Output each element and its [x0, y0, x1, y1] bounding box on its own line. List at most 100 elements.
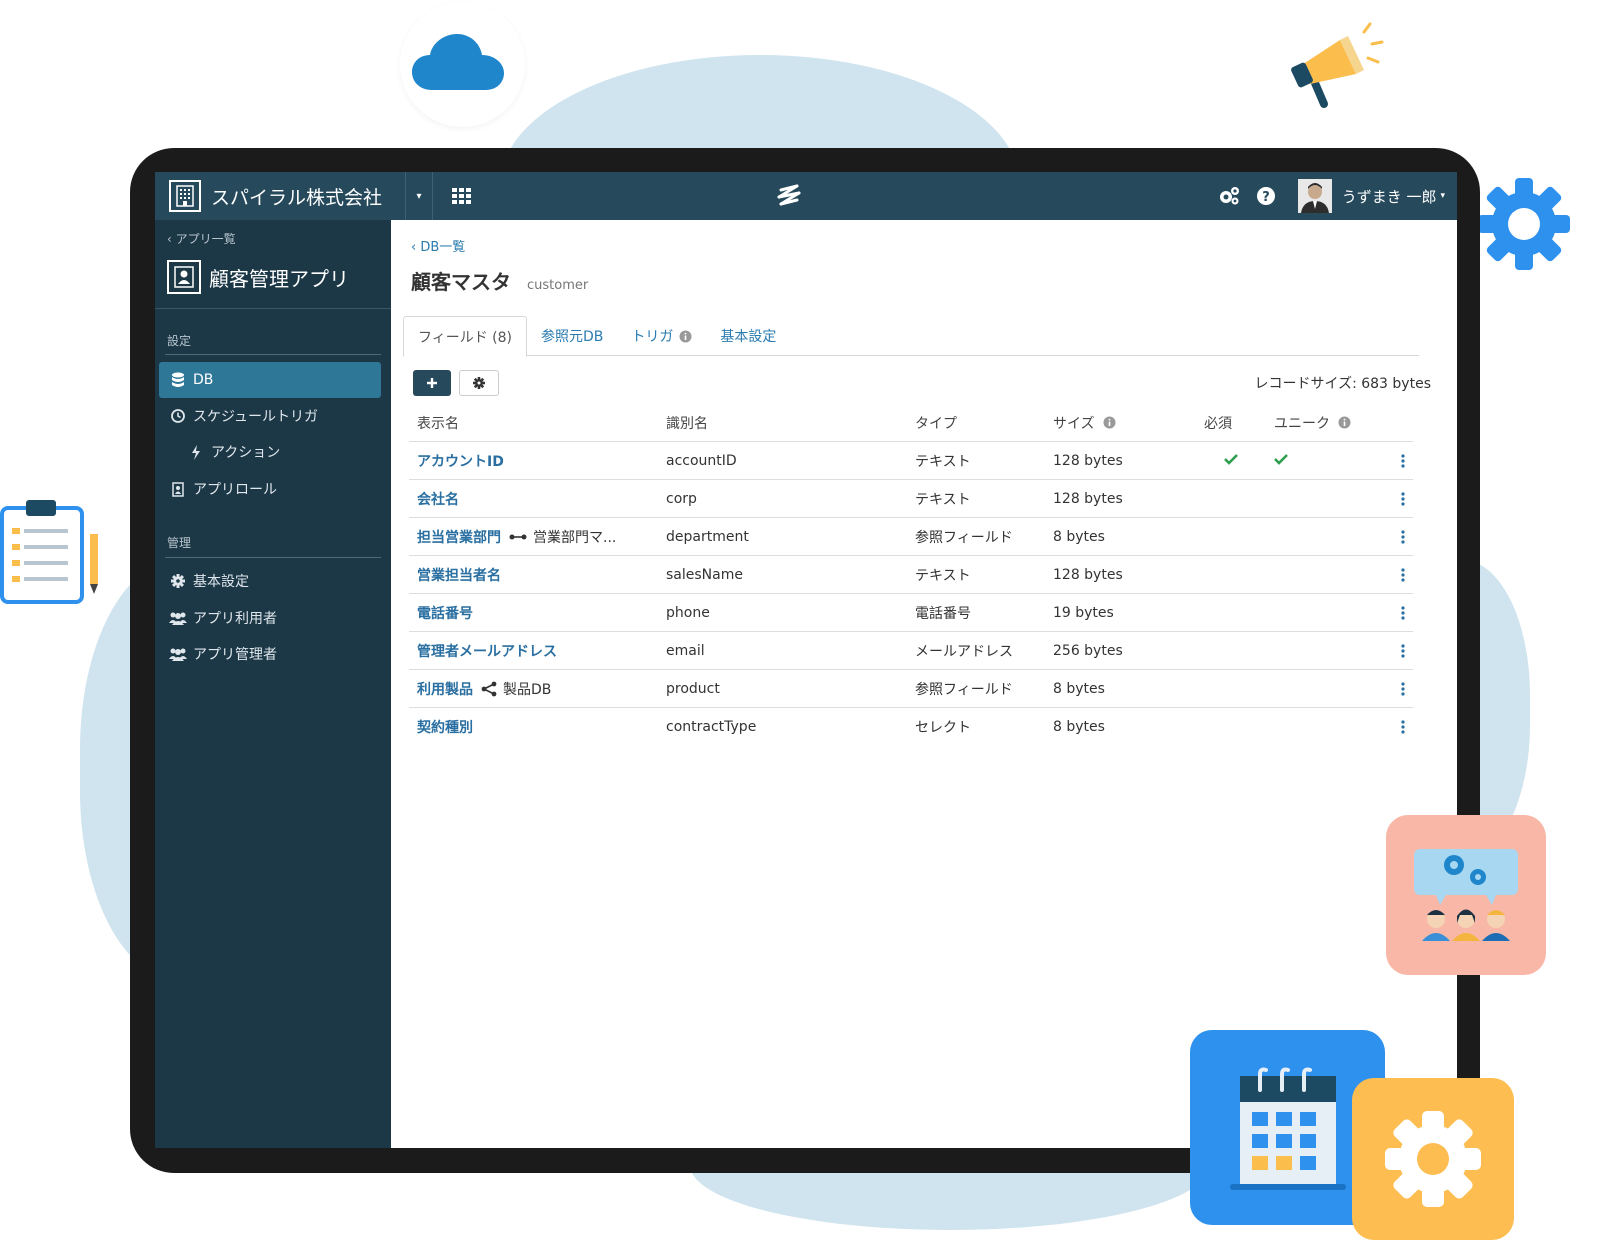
back-to-app-list-link[interactable]: ‹ アプリ一覧	[167, 230, 236, 247]
chevron-down-icon[interactable]: ▾	[1440, 191, 1445, 201]
cell-identifier: department	[666, 528, 749, 545]
database-icon	[169, 372, 187, 388]
grid-icon[interactable]	[433, 172, 491, 220]
cell-size: 8 bytes	[1053, 528, 1105, 545]
sidebar-item-label: アクション	[211, 445, 281, 461]
kebab-menu-icon[interactable]	[1401, 491, 1405, 506]
field-name-link[interactable]: 電話番号	[417, 603, 473, 623]
column-header-display-name: 表示名	[417, 415, 459, 432]
cell-size: 8 bytes	[1053, 719, 1105, 735]
field-name-link[interactable]: 契約種別	[417, 717, 473, 737]
cell-display-name: 契約種別	[409, 717, 658, 737]
kebab-menu-icon[interactable]	[1401, 529, 1405, 544]
cell-display-name: 会社名	[409, 489, 658, 509]
reference-target[interactable]: 営業部門マ...	[509, 527, 616, 547]
cell-type: テキスト	[915, 567, 971, 584]
organization-dropdown-caret[interactable]: ▾	[405, 172, 433, 220]
question-circle-icon[interactable]: ?	[1256, 186, 1276, 206]
cell-actions	[1356, 720, 1413, 734]
info-circle-icon[interactable]	[1103, 416, 1116, 429]
svg-text:?: ?	[1262, 190, 1270, 205]
tab-bar: フィールド (8) 参照元DB トリガ 基本設定	[403, 316, 1419, 357]
column-header-unique-label: ユニーク	[1274, 415, 1330, 432]
field-name-link[interactable]: 管理者メールアドレス	[417, 641, 557, 661]
sidebar-divider	[155, 308, 391, 309]
clock-icon	[169, 409, 187, 423]
field-name-link[interactable]: 会社名	[417, 489, 459, 509]
share-nodes-icon	[481, 681, 497, 697]
field-name-link[interactable]: 担当営業部門	[417, 527, 501, 547]
gear-icon	[1478, 178, 1570, 270]
table-body: アカウントID accountID テキスト 128 bytes 会社名 corp テキスト…	[409, 442, 1413, 746]
plus-icon	[426, 374, 438, 393]
reference-target-label: 営業部門マ...	[533, 529, 617, 546]
contact-card-icon	[167, 260, 201, 294]
table-row: 電話番号 phone 電話番号 19 bytes	[409, 594, 1413, 632]
megaphone-icon	[1291, 22, 1384, 108]
cell-unique	[1266, 453, 1356, 469]
cell-identifier: email	[666, 642, 705, 659]
add-field-button[interactable]	[413, 370, 451, 396]
field-settings-button[interactable]	[459, 370, 499, 396]
sidebar-item-label: アプリ管理者	[193, 647, 277, 663]
sidebar-item-app-users[interactable]: アプリ利用者	[159, 600, 381, 636]
app-title: 顧客管理アプリ	[167, 260, 349, 294]
spiral-logo-icon[interactable]	[775, 182, 803, 214]
reference-target[interactable]: 製品DB	[481, 679, 551, 699]
gears-icon[interactable]	[1218, 186, 1240, 206]
app-title-text: 顧客管理アプリ	[209, 266, 349, 291]
cell-display-name: 担当営業部門 営業部門マ...	[409, 527, 658, 547]
sidebar-item-db[interactable]: DB	[159, 362, 381, 398]
info-circle-icon[interactable]	[1338, 416, 1351, 429]
field-name-link[interactable]: アカウントID	[417, 451, 504, 471]
sidebar-item-app-admins[interactable]: アプリ管理者	[159, 636, 381, 672]
field-name-link[interactable]: 営業担当者名	[417, 565, 501, 585]
sidebar-section-settings: 設定	[167, 334, 192, 348]
tab-label: 参照元DB	[541, 329, 604, 345]
team-settings-card	[1386, 815, 1546, 975]
users-icon	[169, 611, 187, 625]
tab-fields[interactable]: フィールド (8)	[403, 316, 528, 357]
table-row: アカウントID accountID テキスト 128 bytes	[409, 442, 1413, 480]
column-header-identifier: 識別名	[666, 415, 708, 432]
cell-identifier: accountID	[666, 452, 737, 469]
kebab-menu-icon[interactable]	[1401, 720, 1405, 734]
sidebar-item-action[interactable]: アクション	[159, 434, 381, 470]
sidebar-item-basic-settings[interactable]: 基本設定	[159, 563, 381, 599]
organization-switcher[interactable]: スパイラル株式会社	[155, 172, 405, 220]
sidebar-divider	[165, 557, 381, 558]
record-size: レコードサイズ: 683 bytes	[1254, 376, 1432, 392]
db-title: 顧客マスタ	[411, 270, 511, 294]
top-navigation-bar: スパイラル株式会社 ▾ ? うずまき 一郎 ▾	[155, 172, 1457, 220]
kebab-menu-icon[interactable]	[1401, 567, 1405, 582]
column-header-size: サイズ	[1045, 413, 1196, 433]
reference-target-label: 製品DB	[503, 681, 552, 698]
cell-size: 128 bytes	[1053, 452, 1123, 469]
sidebar-item-schedule-trigger[interactable]: スケジュールトリガ	[159, 398, 381, 434]
kebab-menu-icon[interactable]	[1401, 605, 1405, 620]
table-row: 契約種別 contractType セレクト 8 bytes	[409, 708, 1413, 746]
info-circle-icon[interactable]	[679, 330, 692, 343]
cell-identifier: salesName	[666, 566, 743, 583]
bolt-icon	[187, 444, 205, 460]
user-name[interactable]: うずまき 一郎	[1342, 186, 1437, 207]
kebab-menu-icon[interactable]	[1401, 453, 1405, 468]
tab-basic-settings[interactable]: 基本設定	[706, 316, 790, 356]
avatar[interactable]	[1297, 179, 1332, 213]
tab-label: フィールド (8)	[418, 329, 513, 346]
sidebar-section-admin: 管理	[167, 536, 192, 550]
sidebar-item-app-role[interactable]: アプリロール	[159, 471, 381, 507]
tab-label: トリガ	[631, 329, 674, 345]
team-gears-icon	[1414, 849, 1518, 941]
tab-referencing-db[interactable]: 参照元DB	[527, 316, 617, 356]
table-row: 会社名 corp テキスト 128 bytes	[409, 480, 1413, 518]
table-row: 利用製品 製品DB product 参照フィールド 8 bytes	[409, 670, 1413, 708]
back-to-db-list-link[interactable]: ‹ DB一覧	[411, 236, 465, 255]
kebab-menu-icon[interactable]	[1401, 643, 1405, 658]
table-row: 管理者メールアドレス email メールアドレス 256 bytes	[409, 632, 1413, 670]
table-row: 営業担当者名 salesName テキスト 128 bytes	[409, 556, 1413, 594]
kebab-menu-icon[interactable]	[1401, 681, 1405, 696]
organization-name: スパイラル株式会社	[211, 186, 383, 209]
tab-trigger[interactable]: トリガ	[617, 316, 706, 356]
field-name-link[interactable]: 利用製品	[417, 679, 473, 699]
